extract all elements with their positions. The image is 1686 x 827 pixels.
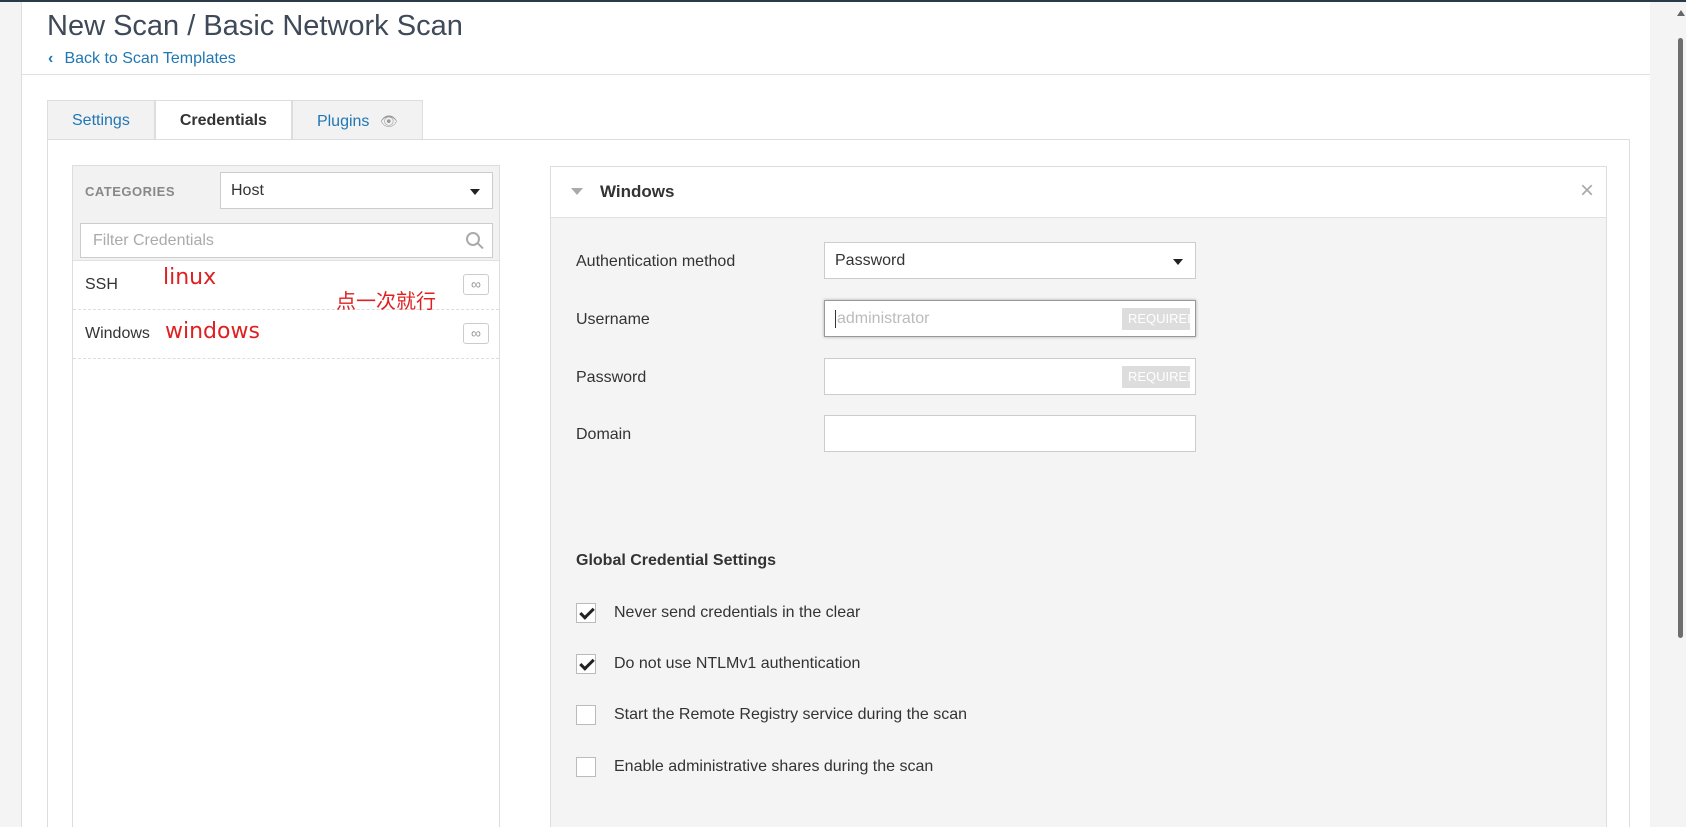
infinity-icon: ∞ xyxy=(463,274,489,295)
annotation-linux: linux xyxy=(163,265,217,290)
remote-registry-checkbox[interactable]: Start the Remote Registry service during… xyxy=(576,705,967,727)
form-header: Windows × xyxy=(551,167,1606,218)
collapse-icon[interactable] xyxy=(571,188,583,195)
password-label: Password xyxy=(576,369,647,386)
back-to-templates-link[interactable]: ‹ Back to Scan Templates xyxy=(48,50,236,68)
checkbox-unchecked[interactable] xyxy=(576,757,596,777)
page: New Scan / Basic Network Scan ‹ Back to … xyxy=(21,2,1650,827)
form-title: Windows xyxy=(600,182,675,201)
checkbox-checked[interactable] xyxy=(576,603,596,623)
checkbox-checked[interactable] xyxy=(576,654,596,674)
credentials-panel: CATEGORIES Host Filter Credentials SSH ∞… xyxy=(47,139,1630,827)
categories-label: CATEGORIES xyxy=(85,184,175,199)
back-link-label: Back to Scan Templates xyxy=(64,50,236,67)
credential-item-label: SSH xyxy=(85,276,118,293)
annotation-click-once: 点一次就行 xyxy=(336,289,436,313)
auth-method-select[interactable]: Password xyxy=(824,242,1196,279)
auth-method-value: Password xyxy=(835,252,906,269)
tab-credentials[interactable]: Credentials xyxy=(154,100,292,142)
required-badge: REQUIRED xyxy=(1122,308,1190,330)
no-ntlmv1-checkbox[interactable]: Do not use NTLMv1 authentication xyxy=(576,654,860,676)
scroll-up-icon[interactable] xyxy=(1677,10,1685,16)
tab-plugins[interactable]: Plugins 👁 xyxy=(291,100,423,141)
never-send-clear-checkbox[interactable]: Never send credentials in the clear xyxy=(576,603,860,625)
page-title: New Scan / Basic Network Scan xyxy=(47,10,463,42)
chevron-left-icon: ‹ xyxy=(48,50,54,67)
tab-bar: Settings Credentials Plugins 👁 xyxy=(47,100,423,142)
scrollbar-thumb[interactable] xyxy=(1678,38,1683,638)
close-icon[interactable]: × xyxy=(1580,177,1594,205)
tab-settings[interactable]: Settings xyxy=(47,100,155,141)
auth-method-label: Authentication method xyxy=(576,253,736,270)
chevron-down-icon xyxy=(470,189,480,195)
credential-categories: CATEGORIES Host Filter Credentials SSH ∞… xyxy=(72,165,500,827)
text-cursor xyxy=(835,309,836,328)
credential-item-label: Windows xyxy=(85,325,150,342)
domain-label: Domain xyxy=(576,426,632,443)
checkbox-unchecked[interactable] xyxy=(576,705,596,725)
required-badge: REQUIRED xyxy=(1122,366,1190,388)
username-placeholder: administrator xyxy=(837,310,930,327)
domain-field[interactable] xyxy=(824,415,1196,452)
checkbox-label: Start the Remote Registry service during… xyxy=(614,706,968,723)
tab-plugins-label: Plugins xyxy=(316,113,370,130)
checkbox-label: Do not use NTLMv1 authentication xyxy=(614,655,861,672)
checkbox-label: Never send credentials in the clear xyxy=(614,604,861,621)
category-select[interactable]: Host xyxy=(220,172,493,209)
page-scrollbar[interactable] xyxy=(1650,2,1686,827)
windows-credential-form: Windows × Authentication method Password… xyxy=(550,166,1607,827)
credential-item-windows[interactable]: Windows ∞ xyxy=(73,310,499,359)
admin-shares-checkbox[interactable]: Enable administrative shares during the … xyxy=(576,757,933,779)
eye-icon: 👁 xyxy=(379,113,398,129)
global-settings-title: Global Credential Settings xyxy=(576,552,777,569)
chevron-down-icon xyxy=(1173,259,1183,265)
categories-header: CATEGORIES Host Filter Credentials xyxy=(73,166,499,261)
filter-credentials-input[interactable]: Filter Credentials xyxy=(80,223,493,258)
page-header: New Scan / Basic Network Scan ‹ Back to … xyxy=(22,2,1650,75)
username-label: Username xyxy=(576,311,650,328)
username-field[interactable]: administrator REQUIRED xyxy=(824,300,1196,337)
category-select-value: Host xyxy=(231,182,264,199)
password-field[interactable]: REQUIRED xyxy=(824,358,1196,395)
search-icon xyxy=(466,232,480,246)
annotation-windows: windows xyxy=(165,319,260,344)
checkbox-label: Enable administrative shares during the … xyxy=(614,758,934,775)
infinity-icon: ∞ xyxy=(463,323,489,344)
filter-placeholder: Filter Credentials xyxy=(93,232,214,249)
